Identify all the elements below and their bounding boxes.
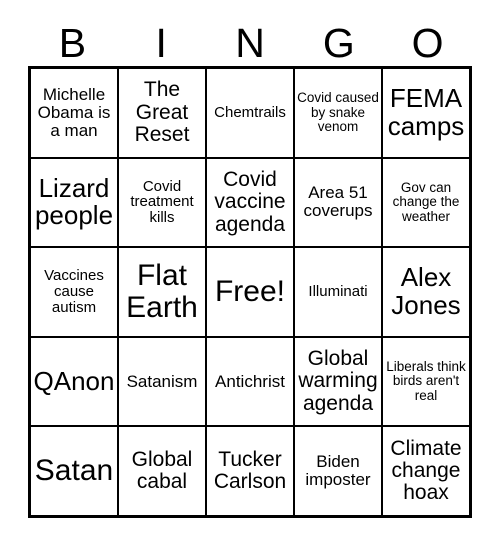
bingo-cell[interactable]: The Great Reset [119,69,207,157]
bingo-cell[interactable]: Liberals think birds aren't real [383,337,469,426]
bingo-row: Vaccines cause autism Flat Earth Free! I… [31,248,469,338]
bingo-cell[interactable]: Chemtrails [207,69,295,157]
bingo-card: B I N G O Michelle Obama is a man The Gr… [0,0,501,544]
bingo-cell[interactable]: Gov can change the weather [383,158,469,247]
bingo-cell-label: Tucker Carlson [213,447,287,494]
header-letter-n: N [235,20,265,66]
header-letter-o: O [411,20,444,66]
bingo-cell-label: Chemtrails [214,103,286,121]
bingo-cell[interactable]: Satan [31,427,119,515]
bingo-header: B I N G O [28,8,472,66]
bingo-cell[interactable]: Global warming agenda [295,337,383,426]
bingo-cell[interactable]: Biden imposter [295,427,383,515]
bingo-cell[interactable]: Tucker Carlson [207,427,295,515]
bingo-cell-label: Covid caused by snake venom [297,90,379,134]
bingo-cell-label: The Great Reset [134,78,190,146]
bingo-cell[interactable]: Flat Earth [119,248,207,336]
bingo-cell-label: Free! [214,275,286,309]
bingo-cell-label: Antichrist [215,371,285,391]
bingo-cell[interactable]: Covid vaccine agenda [207,158,295,247]
bingo-cell[interactable]: Michelle Obama is a man [31,69,119,157]
bingo-cell-label: Flat Earth [126,259,198,324]
bingo-cell-label: Biden imposter [305,452,371,490]
bingo-cell-label: Michelle Obama is a man [37,84,111,140]
bingo-grid: Michelle Obama is a man The Great Reset … [28,66,472,518]
bingo-cell[interactable]: FEMA camps [383,69,469,157]
bingo-cell-label: Global cabal [131,447,193,494]
bingo-cell[interactable]: Global cabal [119,427,207,515]
bingo-cell[interactable]: Climate change hoax [383,427,469,515]
bingo-cell[interactable]: Alex Jones [383,248,469,336]
bingo-cell[interactable]: Covid treatment kills [119,158,207,247]
bingo-cell-label: FEMA camps [387,83,465,141]
bingo-cell[interactable]: Antichrist [207,337,295,426]
bingo-cell-label: Lizard people [34,172,114,231]
bingo-cell-label: Gov can change the weather [392,179,460,224]
header-letter-b: B [58,20,87,66]
bingo-cell-label: Covid treatment kills [130,177,194,227]
bingo-cell[interactable]: Covid caused by snake venom [295,69,383,157]
bingo-cell[interactable]: Vaccines cause autism [31,248,119,336]
bingo-cell[interactable]: Satanism [119,337,207,426]
bingo-cell[interactable]: Lizard people [31,158,119,247]
bingo-cell-free[interactable]: Free! [207,248,295,336]
bingo-cell-label: Global warming agenda [298,347,378,415]
bingo-cell-label: Alex Jones [391,262,461,320]
bingo-cell[interactable]: Area 51 coverups [295,158,383,247]
header-letter-g: G [322,20,355,66]
bingo-cell[interactable]: QAnon [31,337,119,426]
bingo-cell-label: Illuminati [308,283,368,301]
bingo-cell-label: Covid vaccine agenda [214,168,286,236]
bingo-row: Lizard people Covid treatment kills Covi… [31,158,469,249]
bingo-row: Michelle Obama is a man The Great Reset … [31,69,469,159]
bingo-cell-label: Satan [34,454,114,488]
bingo-row: QAnon Satanism Antichrist Global warming… [31,337,469,428]
bingo-cell-label: Satanism [126,371,198,391]
header-letter-i: I [155,20,167,66]
bingo-cell-label: Climate change hoax [390,436,462,505]
bingo-cell[interactable]: Illuminati [295,248,383,336]
bingo-row: Satan Global cabal Tucker Carlson Biden … [31,427,469,515]
bingo-cell-label: Area 51 coverups [303,183,373,221]
bingo-cell-label: QAnon [33,365,115,396]
bingo-cell-label: Liberals think birds aren't real [386,359,466,403]
bingo-cell-label: Vaccines cause autism [44,267,104,316]
